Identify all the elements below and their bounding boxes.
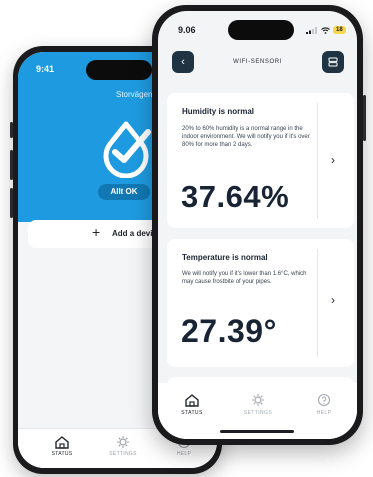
tab-status[interactable]: STATUS (42, 435, 82, 457)
tab-help-label: HELP (316, 410, 332, 416)
gear-icon (117, 436, 129, 448)
mute-switch (10, 122, 13, 138)
temperature-card[interactable]: Temperature is normal We will notify you… (167, 239, 354, 367)
help-icon (317, 393, 331, 407)
home-icon (55, 436, 69, 449)
volume-up-button (10, 150, 13, 180)
tab-status[interactable]: STATUS (172, 393, 212, 416)
dynamic-island (228, 20, 294, 40)
tab-settings-label: SETTINGS (243, 410, 273, 416)
temperature-value: 27.39° (181, 313, 277, 349)
clock-time: 9:41 (36, 64, 55, 74)
plus-icon: + (92, 224, 101, 240)
tab-bar: STATUS SETTINGS HELP (158, 383, 357, 439)
server-icon (328, 57, 338, 67)
chevron-right-icon[interactable]: › (331, 153, 335, 167)
front-phone-screen: 9.06 18 ‹ WIFI-SENSORI Humidity is norma… (158, 11, 357, 439)
power-button (363, 95, 366, 141)
cellular-signal-icon (306, 26, 317, 34)
chevron-right-icon[interactable]: › (331, 293, 335, 307)
battery-icon: 18 (333, 26, 346, 34)
humidity-description: 20% to 60% humidity is a normal range in… (182, 126, 310, 148)
tab-help-label: HELP (176, 451, 192, 457)
dynamic-island (86, 60, 152, 80)
tab-status-label: STATUS (181, 410, 203, 416)
temperature-description: We will notify you if it's lower than 1.… (182, 271, 307, 285)
humidity-title: Humidity is normal (182, 107, 255, 116)
device-menu-button[interactable] (322, 51, 344, 73)
humidity-value: 37.64% (181, 179, 290, 214)
tab-settings[interactable]: SETTINGS (103, 435, 143, 457)
front-phone: 9.06 18 ‹ WIFI-SENSORI Humidity is norma… (152, 5, 366, 445)
wifi-icon (321, 26, 330, 34)
status-badge: Allt OK (98, 184, 150, 200)
navigation-header: ‹ WIFI-SENSORI (158, 47, 357, 77)
humidity-card[interactable]: Humidity is normal 20% to 60% humidity i… (167, 93, 354, 228)
volume-down-button (10, 188, 13, 218)
status-icons: 18 (306, 26, 346, 34)
status-bar: 9.06 18 (158, 11, 357, 41)
tab-settings[interactable]: SETTINGS (238, 393, 278, 416)
water-check-logo-icon (103, 121, 151, 178)
card-divider (317, 249, 318, 357)
tab-status-label: STATUS (51, 451, 73, 457)
tab-settings-label: SETTINGS (109, 451, 137, 457)
home-icon (185, 394, 199, 407)
tab-help[interactable]: HELP (304, 393, 344, 416)
temperature-title: Temperature is normal (182, 253, 268, 262)
card-divider (317, 103, 318, 218)
home-indicator (220, 430, 294, 433)
clock-time: 9.06 (178, 25, 196, 35)
gear-icon (252, 394, 264, 406)
